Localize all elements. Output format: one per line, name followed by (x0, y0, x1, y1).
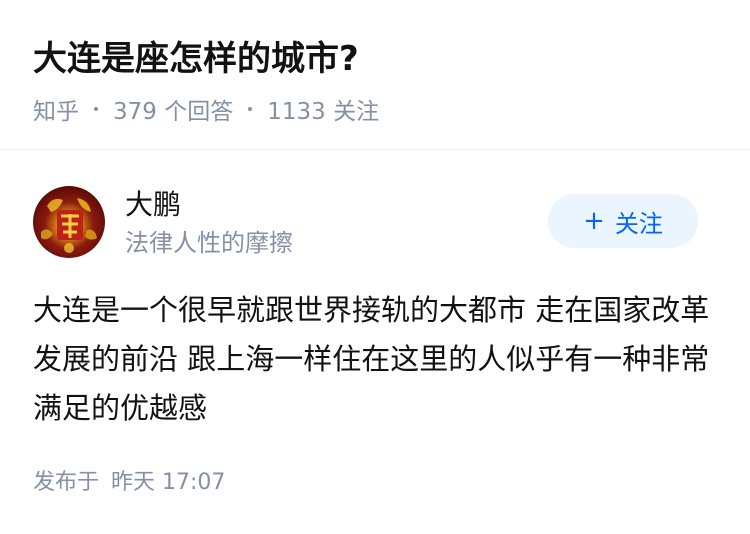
separator-dot (248, 107, 253, 111)
separator-dot (94, 107, 98, 111)
author-name[interactable]: 大鹏 (125, 186, 181, 224)
author-bio: 法律人性的摩擦 (125, 229, 293, 257)
publish-prefix: 发布于 (33, 470, 100, 495)
author-row: 大鹏 法律人性的摩擦 + 关注 (33, 186, 717, 262)
follow-button[interactable]: + 关注 (548, 194, 698, 248)
publish-time: 昨天 17:07 (111, 470, 226, 495)
answer-count[interactable]: 379 个回答 (113, 92, 233, 126)
follower-count[interactable]: 1133 关注 (267, 92, 379, 126)
follow-button-label: 关注 (614, 209, 663, 238)
question-header: 大连是座怎样的城市? 知乎 379 个回答 1133 关注 (0, 0, 750, 150)
question-title[interactable]: 大连是座怎样的城市? (33, 36, 359, 82)
source-label[interactable]: 知乎 (33, 92, 79, 126)
answer-content[interactable]: 大连是一个很早就跟世界接轨的大都市 走在国家改革发展的前沿 跟上海一样住在这里的… (33, 286, 723, 433)
avatar-image-icon (41, 198, 97, 253)
answer-time: 发布于 昨天 17:07 (33, 466, 225, 500)
plus-icon: + (583, 206, 605, 236)
question-meta: 知乎 379 个回答 1133 关注 (33, 92, 379, 126)
avatar[interactable] (33, 186, 105, 258)
